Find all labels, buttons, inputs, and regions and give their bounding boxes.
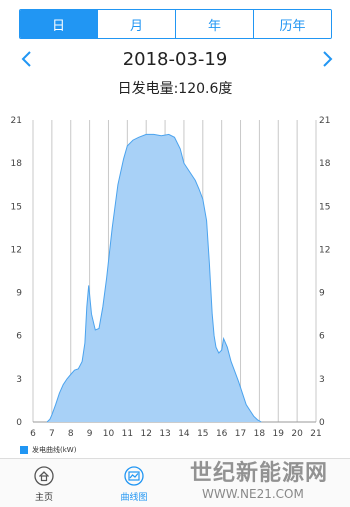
watermark: 世纪新能源网 (190, 460, 329, 486)
x-tick-label: 19 (273, 429, 285, 439)
y-tick-label-right: 6 (319, 332, 325, 342)
legend-swatch (20, 446, 28, 454)
x-tick-label: 10 (103, 429, 115, 439)
x-tick-label: 20 (291, 429, 303, 439)
tab-day[interactable]: 日 (20, 10, 97, 38)
y-tick-label-right: 0 (319, 418, 325, 428)
series-area (47, 134, 262, 422)
x-tick-label: 12 (140, 429, 151, 439)
selected-date: 2018-03-19 (122, 49, 228, 70)
nav-home-label: 主页 (34, 493, 53, 503)
chart-legend: 发电曲线(kW) (20, 445, 76, 455)
y-tick-label-left: 18 (11, 159, 23, 169)
x-tick-label: 11 (122, 429, 133, 439)
y-tick-label-right: 3 (319, 375, 325, 385)
x-tick-label: 13 (159, 429, 170, 439)
y-tick-label-left: 3 (16, 375, 22, 385)
nav-curve-chart-label: 曲线图 (120, 493, 148, 503)
x-tick-label: 15 (197, 429, 208, 439)
x-tick-label: 6 (30, 429, 36, 439)
x-tick-label: 14 (178, 429, 190, 439)
y-tick-label-left: 12 (11, 245, 22, 255)
y-tick-label-left: 15 (11, 202, 22, 212)
tab-month[interactable]: 月 (97, 10, 175, 38)
home-icon (34, 466, 54, 486)
y-tick-label-right: 15 (319, 202, 330, 212)
y-tick-label-left: 0 (16, 418, 22, 428)
y-tick-label-left: 6 (16, 332, 22, 342)
x-tick-label: 16 (216, 429, 228, 439)
generation-curve-chart: 0 0 3 3 6 6 9 9 12 12 15 15 18 18 21 21 6 7 8 9 10 11 12 13 14 15… (11, 116, 331, 439)
tab-history[interactable]: 历年 (253, 10, 331, 38)
nav-home[interactable]: 主页 (14, 465, 74, 503)
x-tick-label: 8 (68, 429, 74, 439)
curve-chart-icon (124, 466, 144, 486)
chevron-right-icon (323, 51, 333, 67)
legend-label: 发电曲线(kW) (32, 446, 77, 454)
y-tick-label-right: 9 (319, 289, 325, 299)
watermark-url: WWW.NE21.COM (202, 487, 304, 501)
y-tick-label-right: 12 (319, 245, 330, 255)
period-tabs: 日 月 年 历年 (19, 9, 332, 39)
daily-generation: 日发电量:120.6度 (117, 81, 233, 97)
x-tick-label: 7 (49, 429, 55, 439)
x-tick-label: 9 (87, 429, 93, 439)
x-tick-label: 18 (254, 429, 266, 439)
y-tick-label-right: 21 (319, 116, 330, 126)
tab-year[interactable]: 年 (175, 10, 253, 38)
x-tick-label: 17 (235, 429, 246, 439)
y-tick-label-left: 9 (16, 289, 22, 299)
next-date-button[interactable] (318, 50, 336, 68)
y-tick-label-left: 21 (11, 116, 22, 126)
y-tick-label-right: 18 (319, 159, 331, 169)
x-tick-label: 21 (310, 429, 321, 439)
nav-curve-chart[interactable]: 曲线图 (104, 465, 164, 503)
